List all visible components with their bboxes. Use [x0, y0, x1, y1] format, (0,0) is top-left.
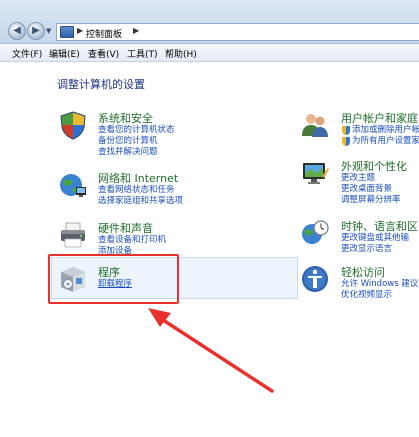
annotation-arrow-icon [148, 308, 274, 393]
